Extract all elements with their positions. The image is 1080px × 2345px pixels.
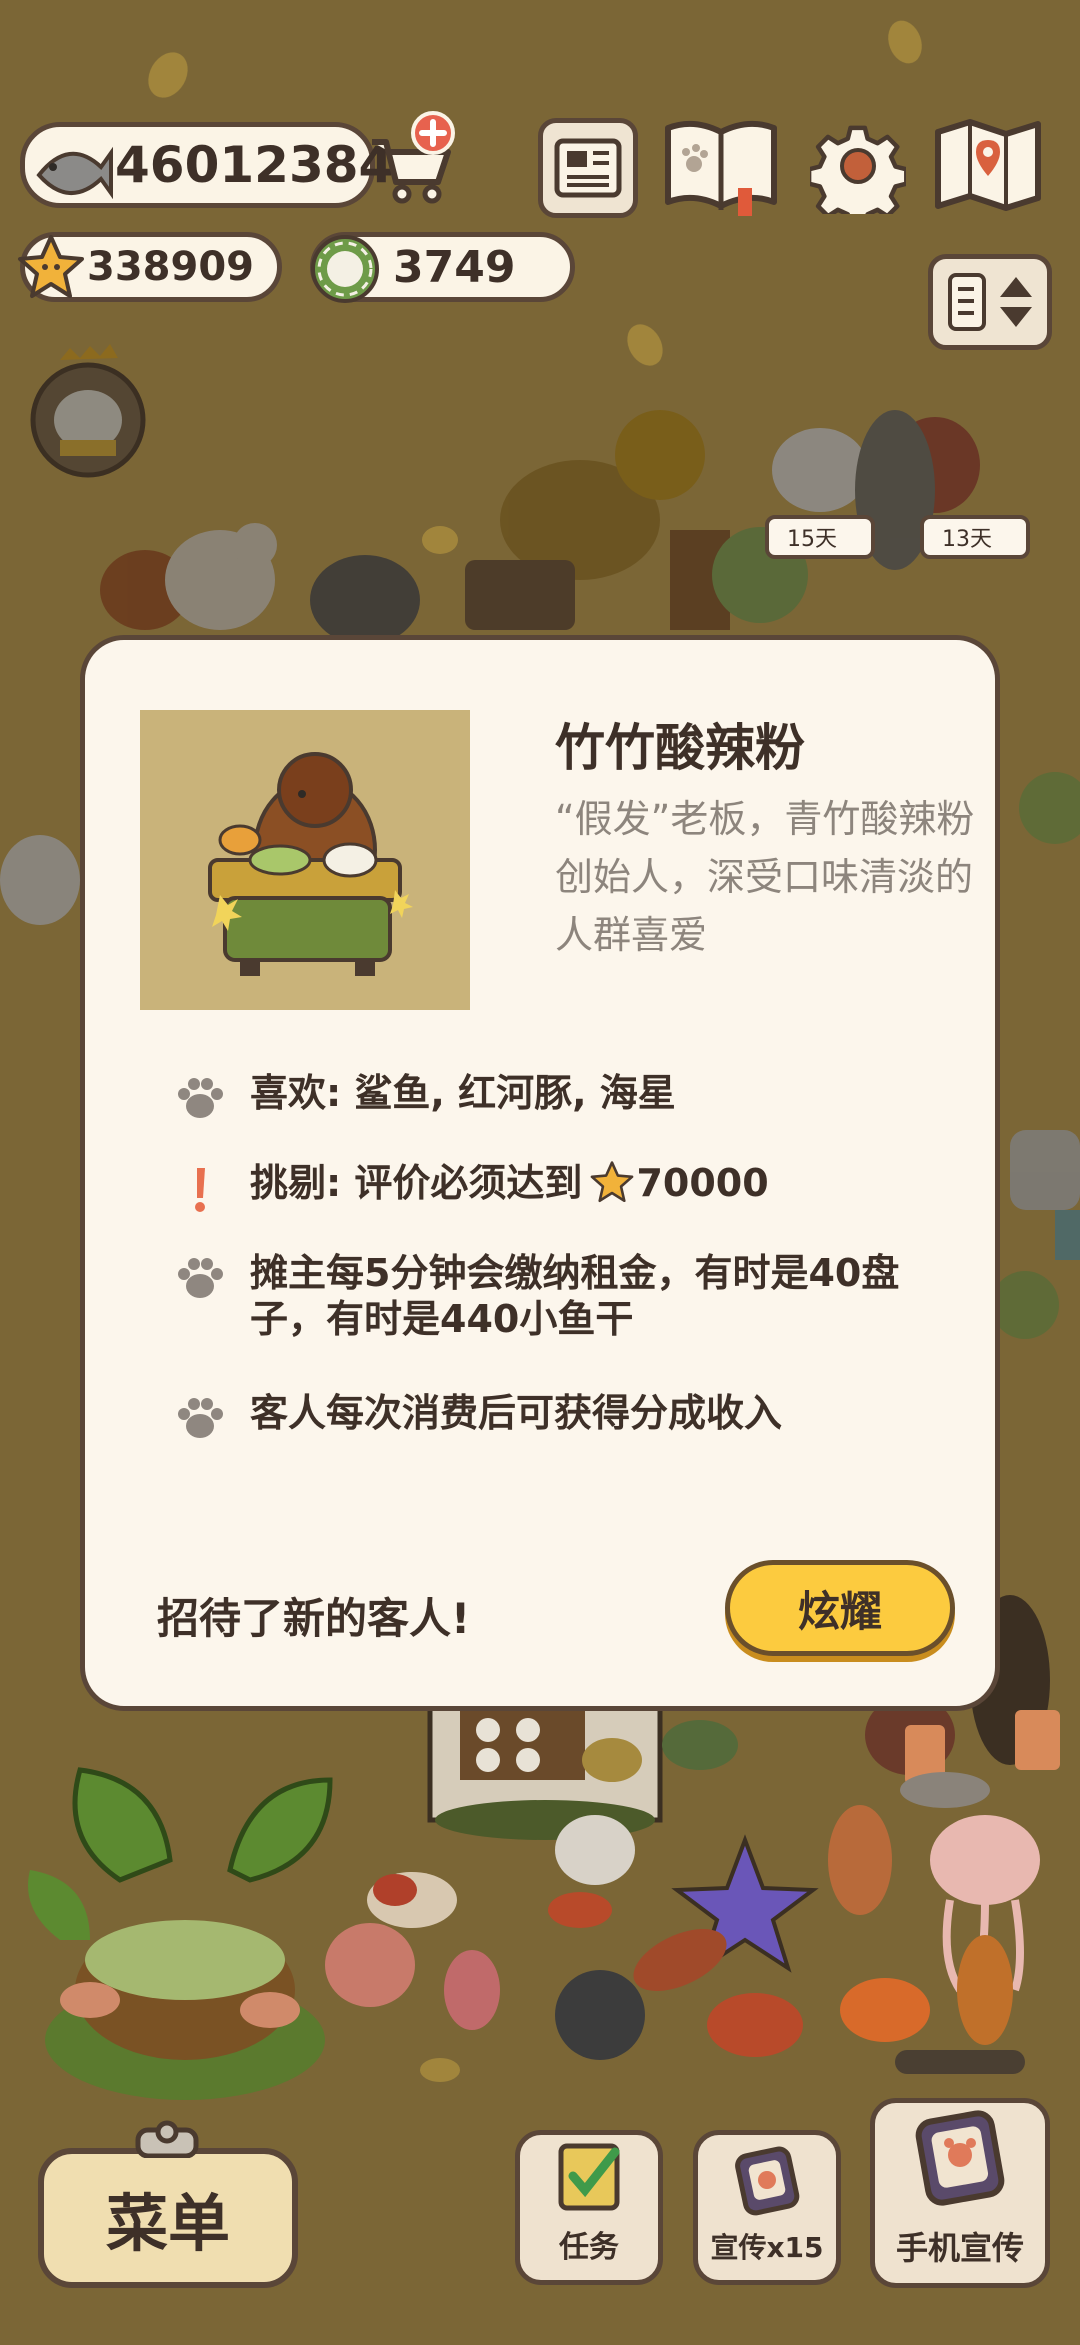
picky-value: 70000 (636, 1161, 769, 1205)
layout-toggle-button[interactable] (928, 254, 1052, 350)
paw-icon (170, 1394, 230, 1442)
show-off-button[interactable]: 炫耀 (725, 1560, 955, 1656)
menu-button[interactable]: 菜单 (38, 2148, 298, 2288)
map-icon (935, 119, 1041, 211)
plate-currency-counter: 3749 (310, 232, 575, 303)
phone-promo-icon (915, 2110, 1005, 2206)
likes-text: 喜欢: 鲨鱼, 红河豚, 海星 (250, 1071, 676, 1115)
fish-icon (36, 146, 113, 199)
picky-text: 挑剔: 评价必须达到 (250, 1161, 583, 1205)
newspaper-icon (554, 138, 622, 198)
tasks-button[interactable]: 任务 (515, 2130, 663, 2285)
rating-star-counter: 338909 (18, 232, 282, 302)
plate-amount: 3749 (393, 241, 516, 293)
npc-badge-1: 15天 (765, 515, 875, 559)
add-plus-icon (411, 111, 455, 155)
fish-currency-counter: 46012384 (20, 122, 393, 208)
checklist-icon (558, 2143, 620, 2211)
share-text: 客人每次消费后可获得分成收入 (250, 1391, 783, 1435)
star-icon (591, 1161, 634, 1203)
plant-decoration (28, 1767, 333, 2100)
share-row: 客人每次消费后可获得分成收入 (170, 1390, 950, 1442)
capybara-chef-illustration (208, 752, 413, 976)
shop-cart-button[interactable] (360, 111, 460, 212)
promote-label: 宣传x15 (710, 2231, 824, 2264)
stall-description: “假发”老板，青竹酸辣粉创始人，深受口味清淡的人群喜爱 (555, 797, 975, 957)
sort-arrows-icon (948, 273, 1032, 331)
rent-text: 摊主每5分钟会缴纳租金，有时是40盘子，有时是440小鱼干 (250, 1251, 900, 1341)
paw-icon (170, 1074, 230, 1122)
menu-label: 菜单 (105, 2187, 230, 2260)
npc-badge-2: 13天 (920, 515, 1030, 559)
settings-button[interactable] (806, 118, 909, 228)
tasks-label: 任务 (559, 2230, 619, 2265)
picky-row: 挑剔: 评价必须达到 70000 (170, 1160, 950, 1214)
new-customer-message: 招待了新的客人! (157, 1594, 471, 1643)
phone-card-icon (735, 2146, 800, 2216)
top-hud: 46012384 338909 3749 (0, 0, 1080, 350)
map-button[interactable] (932, 114, 1044, 218)
cookbook-button[interactable] (662, 112, 780, 220)
star-amount: 338909 (87, 244, 254, 290)
paw-icon (170, 1254, 230, 1302)
newspaper-button[interactable] (538, 118, 638, 218)
star-icon (18, 235, 84, 298)
book-icon (665, 120, 777, 216)
exclamation-icon (170, 1164, 230, 1214)
likes-row: 喜欢: 鲨鱼, 红河豚, 海星 (170, 1070, 950, 1122)
gear-icon (806, 125, 909, 228)
cat-npc (30, 344, 146, 478)
stall-name: 竹竹酸辣粉 (555, 719, 805, 777)
stall-owner-portrait (140, 710, 470, 1010)
phone-promote-label: 手机宣传 (895, 2229, 1024, 2267)
plate-icon (311, 235, 379, 303)
rent-row: 摊主每5分钟会缴纳租金，有时是40盘子，有时是440小鱼干 (170, 1250, 950, 1342)
promote-button[interactable]: 宣传x15 (693, 2130, 841, 2285)
phone-promote-button[interactable]: 手机宣传 (870, 2098, 1050, 2288)
new-customer-dialog: 竹竹酸辣粉 “假发”老板，青竹酸辣粉创始人，深受口味清淡的人群喜爱 喜欢: 鲨鱼… (80, 635, 1000, 1711)
clipboard-clip-icon (135, 2120, 199, 2158)
fish-amount: 46012384 (115, 136, 394, 194)
